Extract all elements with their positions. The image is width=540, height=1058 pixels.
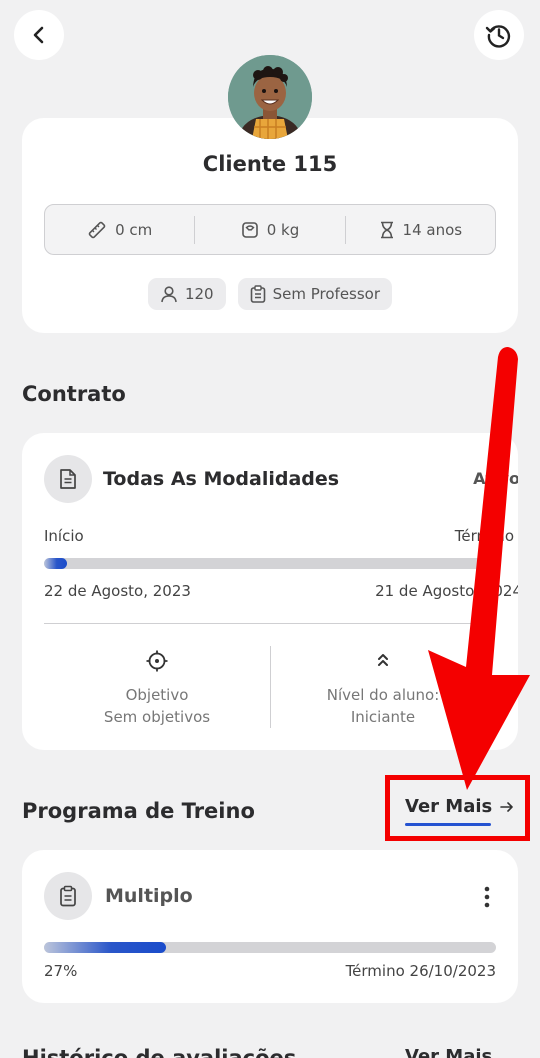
back-button[interactable] xyxy=(14,10,64,60)
history-section-title: Histórico de avaliações xyxy=(22,1046,297,1058)
client-name: Cliente 115 xyxy=(202,152,338,176)
contract-section-title: Contrato xyxy=(22,382,126,406)
avatar xyxy=(228,55,312,139)
program-end-date: Término 26/10/2023 xyxy=(345,962,496,980)
ruler-icon xyxy=(88,221,106,238)
program-icon-wrapper xyxy=(44,872,92,920)
stat-height: 0 cm xyxy=(45,220,194,240)
clipboard-icon xyxy=(60,885,76,907)
user-icon xyxy=(161,286,177,303)
document-icon-wrapper xyxy=(44,455,92,503)
contract-progress-fill xyxy=(44,558,67,569)
stat-height-value: 0 cm xyxy=(115,220,153,239)
stat-age-value: 14 anos xyxy=(402,220,463,239)
program-title: Multiplo xyxy=(105,885,193,907)
history-see-more-link[interactable]: Ver Mais xyxy=(405,1046,492,1058)
more-options-icon[interactable] xyxy=(484,886,490,908)
document-icon xyxy=(60,469,76,489)
chip-teacher-label: Sem Professor xyxy=(272,285,381,303)
stats-bar: 0 cm 0 kg 14 anos xyxy=(44,204,496,255)
objective-label: Objetivo xyxy=(125,686,189,704)
profile-card: Cliente 115 0 cm 0 kg 14 anos 120 Sem Pr… xyxy=(22,118,518,333)
chip-teacher: Sem Professor xyxy=(237,278,393,310)
program-section-title: Programa de Treino xyxy=(22,799,255,823)
start-label: Início xyxy=(44,527,84,545)
target-icon-wrapper xyxy=(44,649,270,673)
program-progress-bar xyxy=(44,942,496,953)
chip-user-count-label: 120 xyxy=(184,285,214,303)
start-date: 22 de Agosto, 2023 xyxy=(44,582,191,600)
hourglass-icon xyxy=(380,221,393,238)
contract-title: Todas As Modalidades xyxy=(103,468,340,490)
annotation-arrow-icon xyxy=(428,347,530,790)
stat-age: 14 anos xyxy=(346,221,495,239)
program-card[interactable]: Multiplo 27% Término 26/10/2023 xyxy=(22,850,518,1003)
chip-user-count: 120 xyxy=(147,278,226,310)
clipboard-icon xyxy=(250,285,265,303)
chevrons-up-icon xyxy=(378,654,388,666)
chevron-left-icon xyxy=(33,26,44,44)
stat-weight-value: 0 kg xyxy=(266,220,300,239)
program-progress-fill xyxy=(44,942,167,953)
objective-value: Sem objetivos xyxy=(103,708,211,726)
history-icon xyxy=(485,25,511,48)
scale-icon xyxy=(241,221,258,238)
history-button[interactable] xyxy=(474,10,524,60)
target-icon xyxy=(146,650,168,672)
stat-weight: 0 kg xyxy=(195,221,344,239)
program-percent: 27% xyxy=(44,962,78,980)
